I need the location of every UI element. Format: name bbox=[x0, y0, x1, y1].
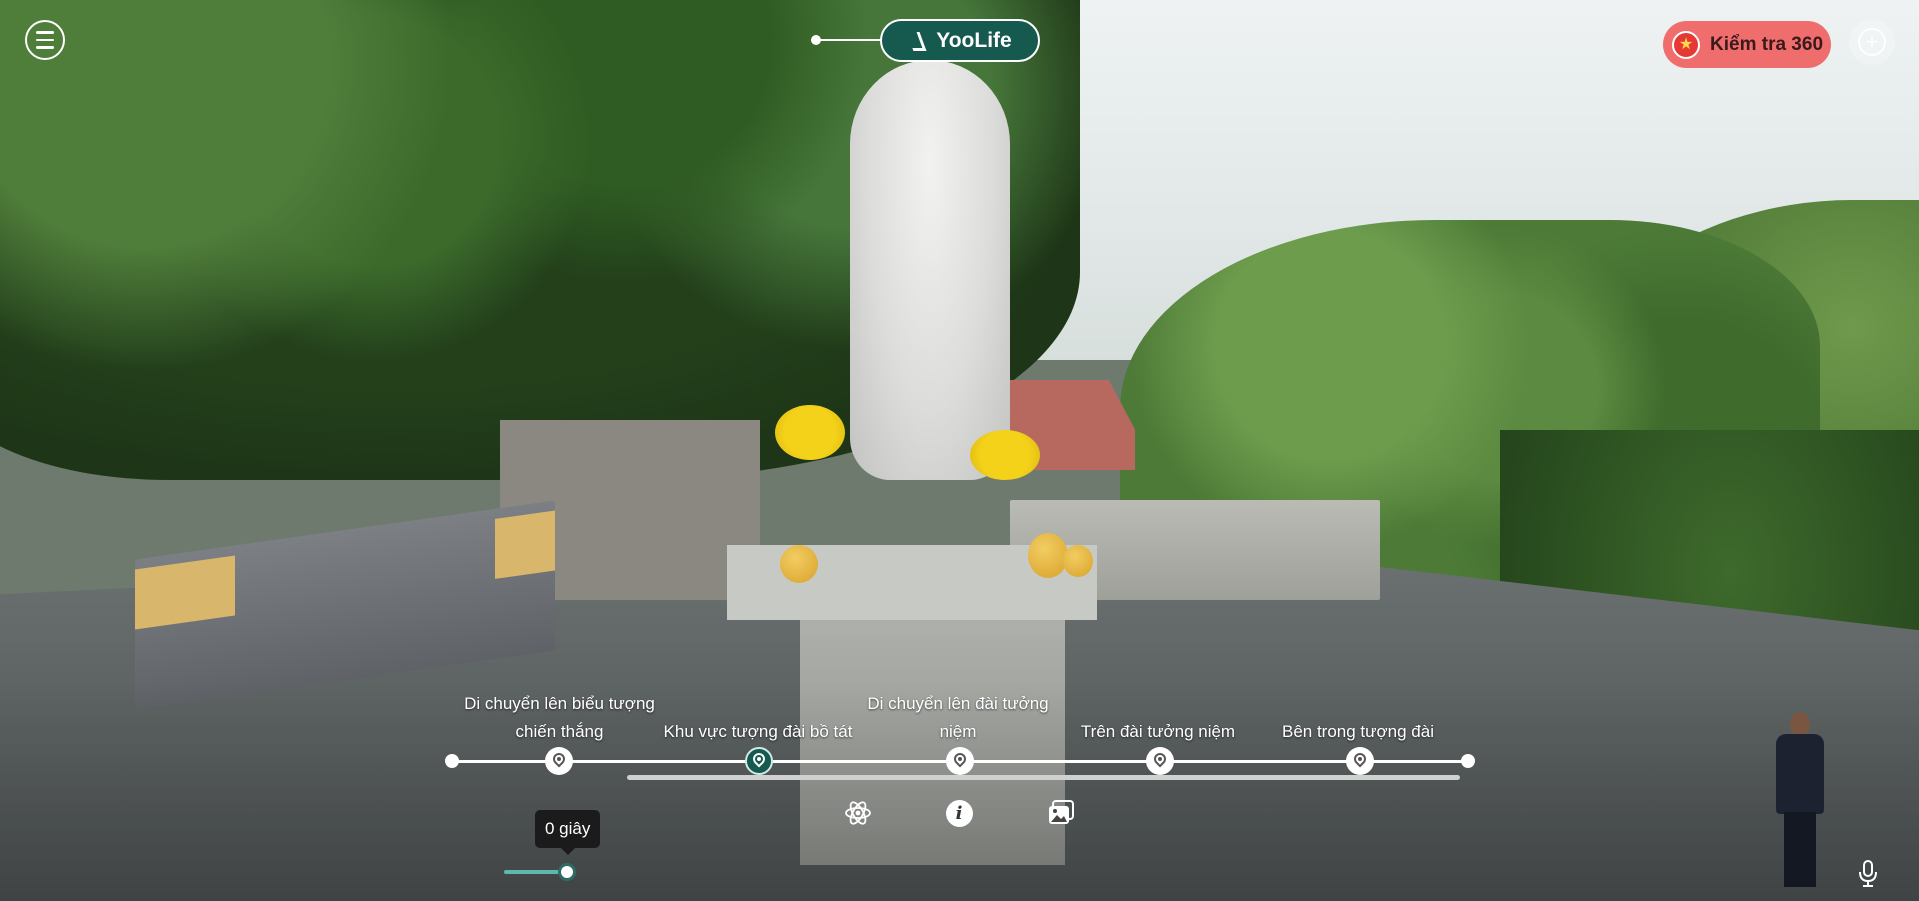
atom-icon bbox=[845, 801, 871, 825]
tour-stop-label-3[interactable]: Di chuyển lên đài tưởng niệm bbox=[858, 690, 1058, 746]
fruit bbox=[1028, 533, 1068, 578]
map-pin-icon bbox=[1153, 753, 1167, 769]
logo-connector-line bbox=[816, 39, 881, 41]
image-gallery-icon bbox=[1049, 800, 1074, 824]
logo-text: YooLife bbox=[936, 28, 1012, 52]
gallery-button[interactable] bbox=[1046, 798, 1076, 828]
flowers-left bbox=[775, 405, 845, 460]
tour-stop-label-1[interactable]: Di chuyển lên biểu tượng chiến thắng bbox=[452, 690, 667, 746]
tour-stop-label-5[interactable]: Bên trong tượng đài bbox=[1263, 718, 1453, 746]
timeline-start-dot bbox=[445, 754, 459, 768]
atom-button[interactable] bbox=[843, 798, 873, 828]
interpreter-avatar bbox=[1770, 712, 1830, 887]
check-360-button[interactable]: ★ Kiểm tra 360 bbox=[1663, 21, 1831, 68]
add-button[interactable]: + bbox=[1849, 19, 1895, 65]
tour-stop-4[interactable] bbox=[1146, 747, 1174, 775]
fruit bbox=[1063, 545, 1093, 577]
hamburger-menu-icon bbox=[36, 31, 54, 34]
tour-stop-5[interactable] bbox=[1346, 747, 1374, 775]
microphone-icon bbox=[1859, 860, 1877, 887]
check-360-label: Kiểm tra 360 bbox=[1710, 33, 1824, 55]
map-pin-icon bbox=[552, 753, 566, 769]
hamburger-menu-icon bbox=[36, 38, 54, 42]
tour-stop-label-4[interactable]: Trên đài tưởng niệm bbox=[1063, 718, 1253, 746]
map-pin-icon bbox=[953, 753, 967, 769]
seconds-tooltip: 0 giây bbox=[535, 810, 601, 855]
timeline-end-dot bbox=[1461, 754, 1475, 768]
flowers-right bbox=[970, 430, 1040, 480]
menu-button[interactable] bbox=[25, 20, 65, 60]
seconds-slider-thumb[interactable] bbox=[558, 863, 576, 881]
star-icon: ★ bbox=[1672, 30, 1700, 59]
tour-stop-2[interactable] bbox=[745, 747, 773, 775]
tour-stop-1[interactable] bbox=[545, 747, 573, 775]
microphone-button[interactable] bbox=[1858, 860, 1878, 888]
info-button[interactable]: i bbox=[944, 798, 974, 828]
tour-stop-label-2[interactable]: Khu vực tượng đài bồ tát bbox=[650, 718, 866, 746]
yoolife-logo[interactable]: YooLife bbox=[880, 19, 1040, 62]
tour-progress-bar[interactable] bbox=[627, 775, 1460, 780]
map-pin-icon bbox=[1353, 753, 1367, 769]
info-icon: i bbox=[945, 799, 973, 827]
fruit bbox=[780, 545, 818, 583]
plus-icon: + bbox=[1858, 28, 1886, 56]
seconds-slider-track[interactable] bbox=[504, 870, 566, 874]
yoolife-logo-icon bbox=[908, 29, 932, 53]
tour-stop-3[interactable] bbox=[946, 747, 974, 775]
bodhisattva-statue bbox=[850, 60, 1010, 480]
hamburger-menu-icon bbox=[36, 46, 54, 49]
map-pin-icon bbox=[752, 753, 766, 769]
